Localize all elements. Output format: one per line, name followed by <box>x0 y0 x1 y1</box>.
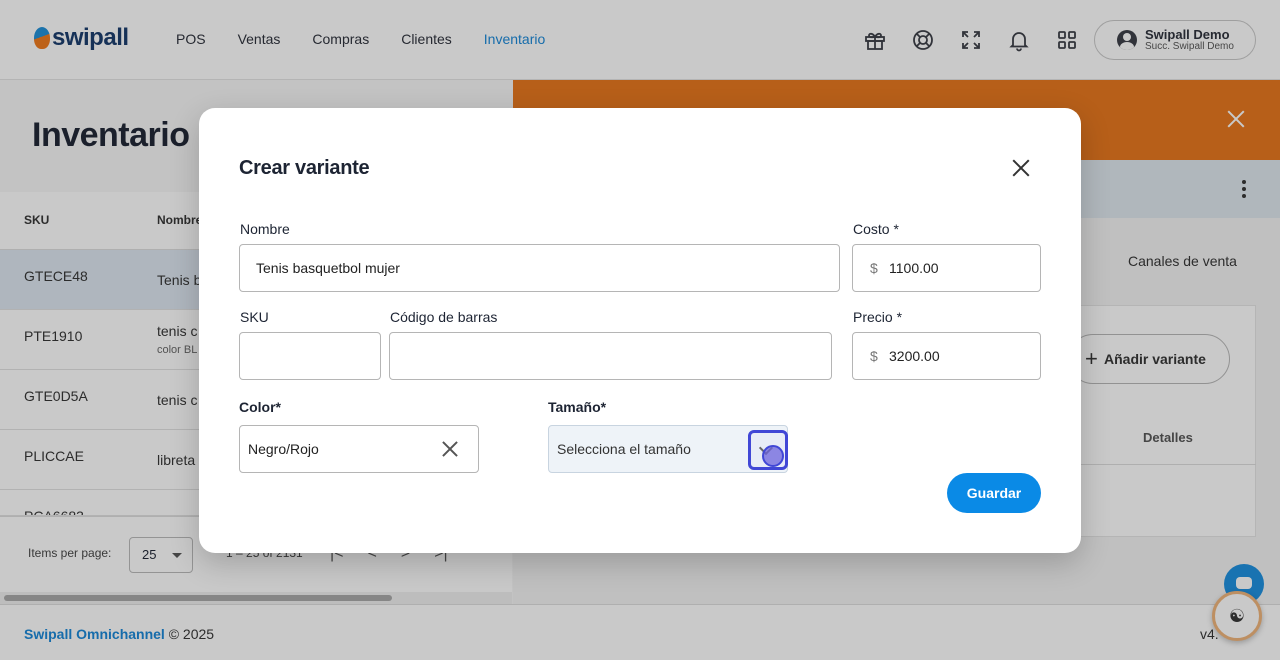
nombre-input[interactable] <box>239 244 840 292</box>
close-icon[interactable] <box>1011 158 1031 178</box>
codigo-barras-label: Código de barras <box>390 309 498 325</box>
dialog-title: Crear variante <box>239 157 370 179</box>
clear-icon[interactable] <box>441 440 459 458</box>
pointer-cursor-icon <box>762 445 784 467</box>
create-variant-dialog: Crear variante Nombre Costo * $ SKU Códi… <box>199 108 1081 553</box>
color-value: Negro/Rojo <box>248 441 319 457</box>
tamano-select[interactable]: Selecciona el tamaño <box>548 425 788 473</box>
tamano-dropdown-toggle[interactable] <box>748 430 788 470</box>
precio-field[interactable]: $ <box>852 332 1041 380</box>
color-label: Color* <box>239 399 281 415</box>
color-select[interactable]: Negro/Rojo <box>239 425 479 473</box>
costo-label: Costo * <box>853 221 899 237</box>
sku-input[interactable] <box>239 332 381 380</box>
costo-input[interactable] <box>889 246 1029 290</box>
precio-label: Precio * <box>853 309 903 325</box>
costo-field[interactable]: $ <box>852 244 1041 292</box>
tamano-label: Tamaño* <box>548 399 607 415</box>
nombre-label: Nombre <box>240 221 290 237</box>
tamano-placeholder: Selecciona el tamaño <box>557 441 691 457</box>
currency-symbol: $ <box>870 348 878 364</box>
codigo-barras-input[interactable] <box>389 332 832 380</box>
save-button[interactable]: Guardar <box>947 473 1041 513</box>
sku-label: SKU <box>240 309 269 325</box>
precio-input[interactable] <box>889 334 1029 378</box>
currency-symbol: $ <box>870 260 878 276</box>
